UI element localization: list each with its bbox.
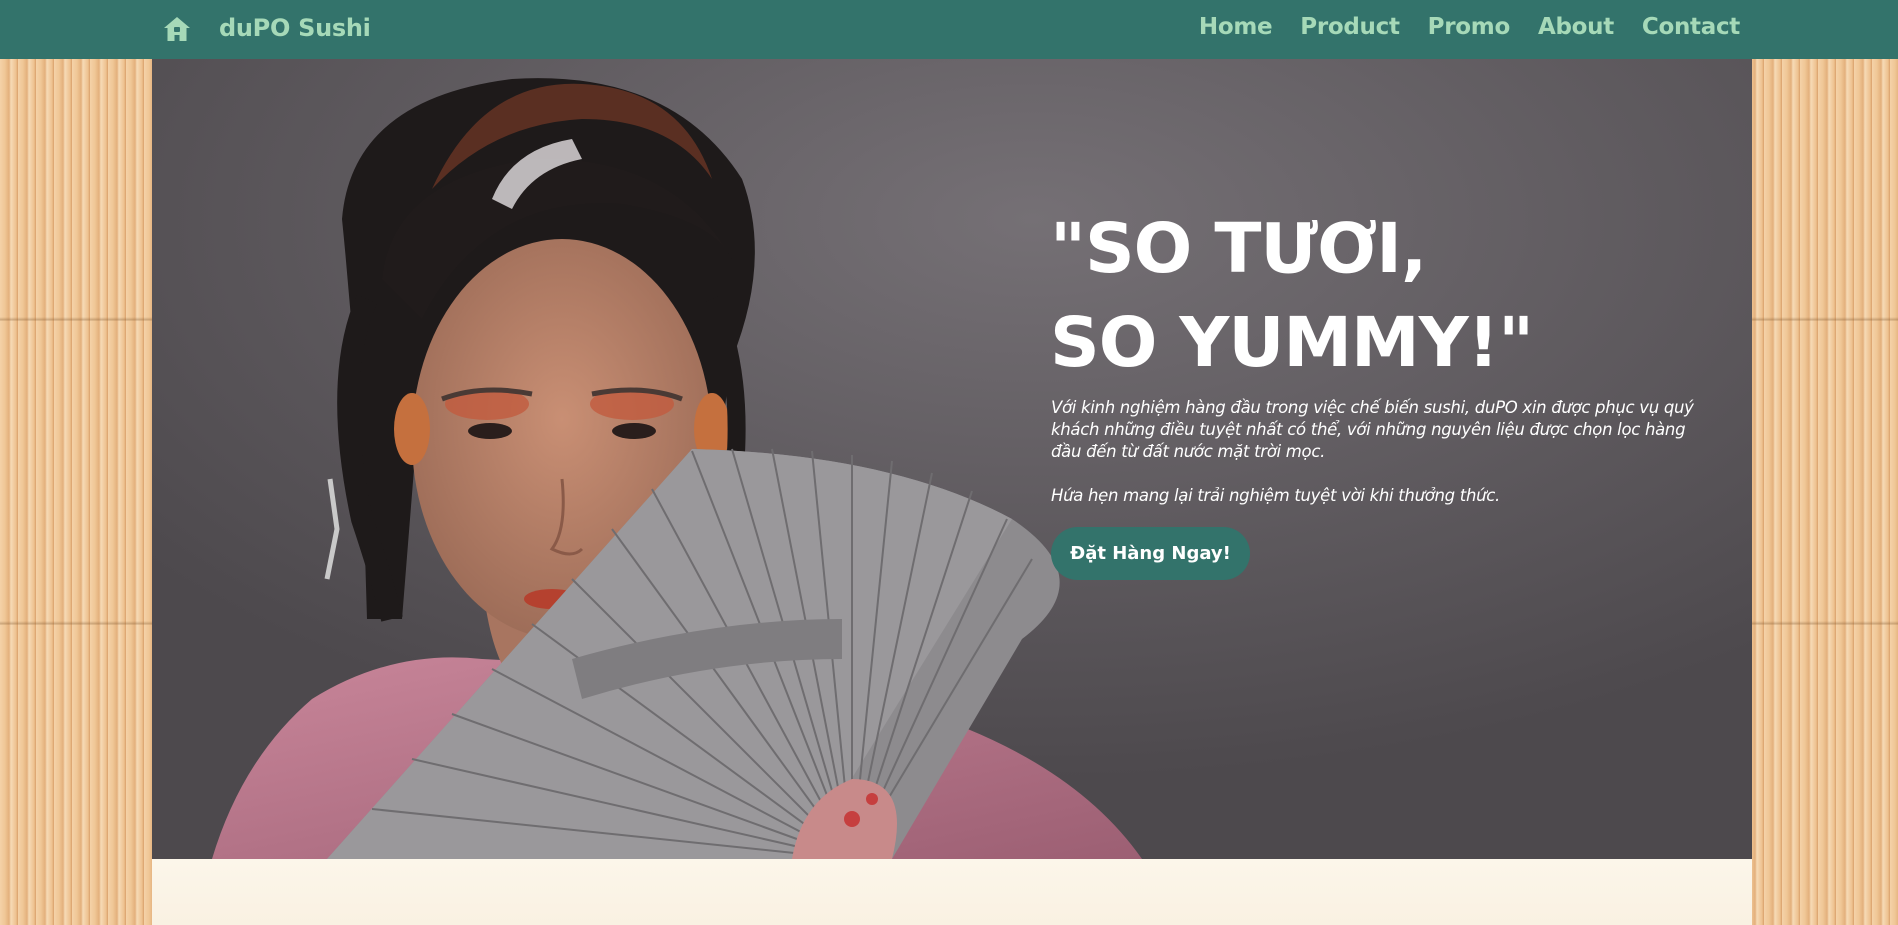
nav-links: Home Product Promo About Contact <box>1199 14 1740 40</box>
bamboo-mat-right <box>1752 0 1898 925</box>
hero-description: Với kinh nghiệm hàng đầu trong việc chế … <box>1051 397 1711 507</box>
nav-contact[interactable]: Contact <box>1642 14 1740 40</box>
hero-section: "SO TƯƠI, SO YUMMY!" Với kinh nghiệm hàn… <box>152 59 1752 859</box>
nav-home[interactable]: Home <box>1199 14 1273 40</box>
bamboo-mat-left <box>0 0 152 925</box>
nav-product[interactable]: Product <box>1300 14 1400 40</box>
hero-headline: "SO TƯƠI, SO YUMMY!" <box>1050 202 1534 390</box>
navbar: duPO Sushi Home Product Promo About Cont… <box>0 0 1898 59</box>
nav-promo[interactable]: Promo <box>1428 14 1511 40</box>
headline-line-1: "SO TƯƠI, <box>1050 209 1427 289</box>
hero-paragraph-1: Với kinh nghiệm hàng đầu trong việc chế … <box>1051 398 1694 461</box>
headline-line-2: SO YUMMY!" <box>1050 303 1534 383</box>
order-now-button[interactable]: Đặt Hàng Ngay! <box>1051 527 1250 580</box>
content-panel <box>152 859 1752 925</box>
brand-name[interactable]: duPO Sushi <box>219 14 371 42</box>
home-icon[interactable] <box>163 16 191 42</box>
hero-paragraph-2: Hứa hẹn mang lại trải nghiệm tuyệt vời k… <box>1051 486 1500 505</box>
nav-about[interactable]: About <box>1538 14 1614 40</box>
